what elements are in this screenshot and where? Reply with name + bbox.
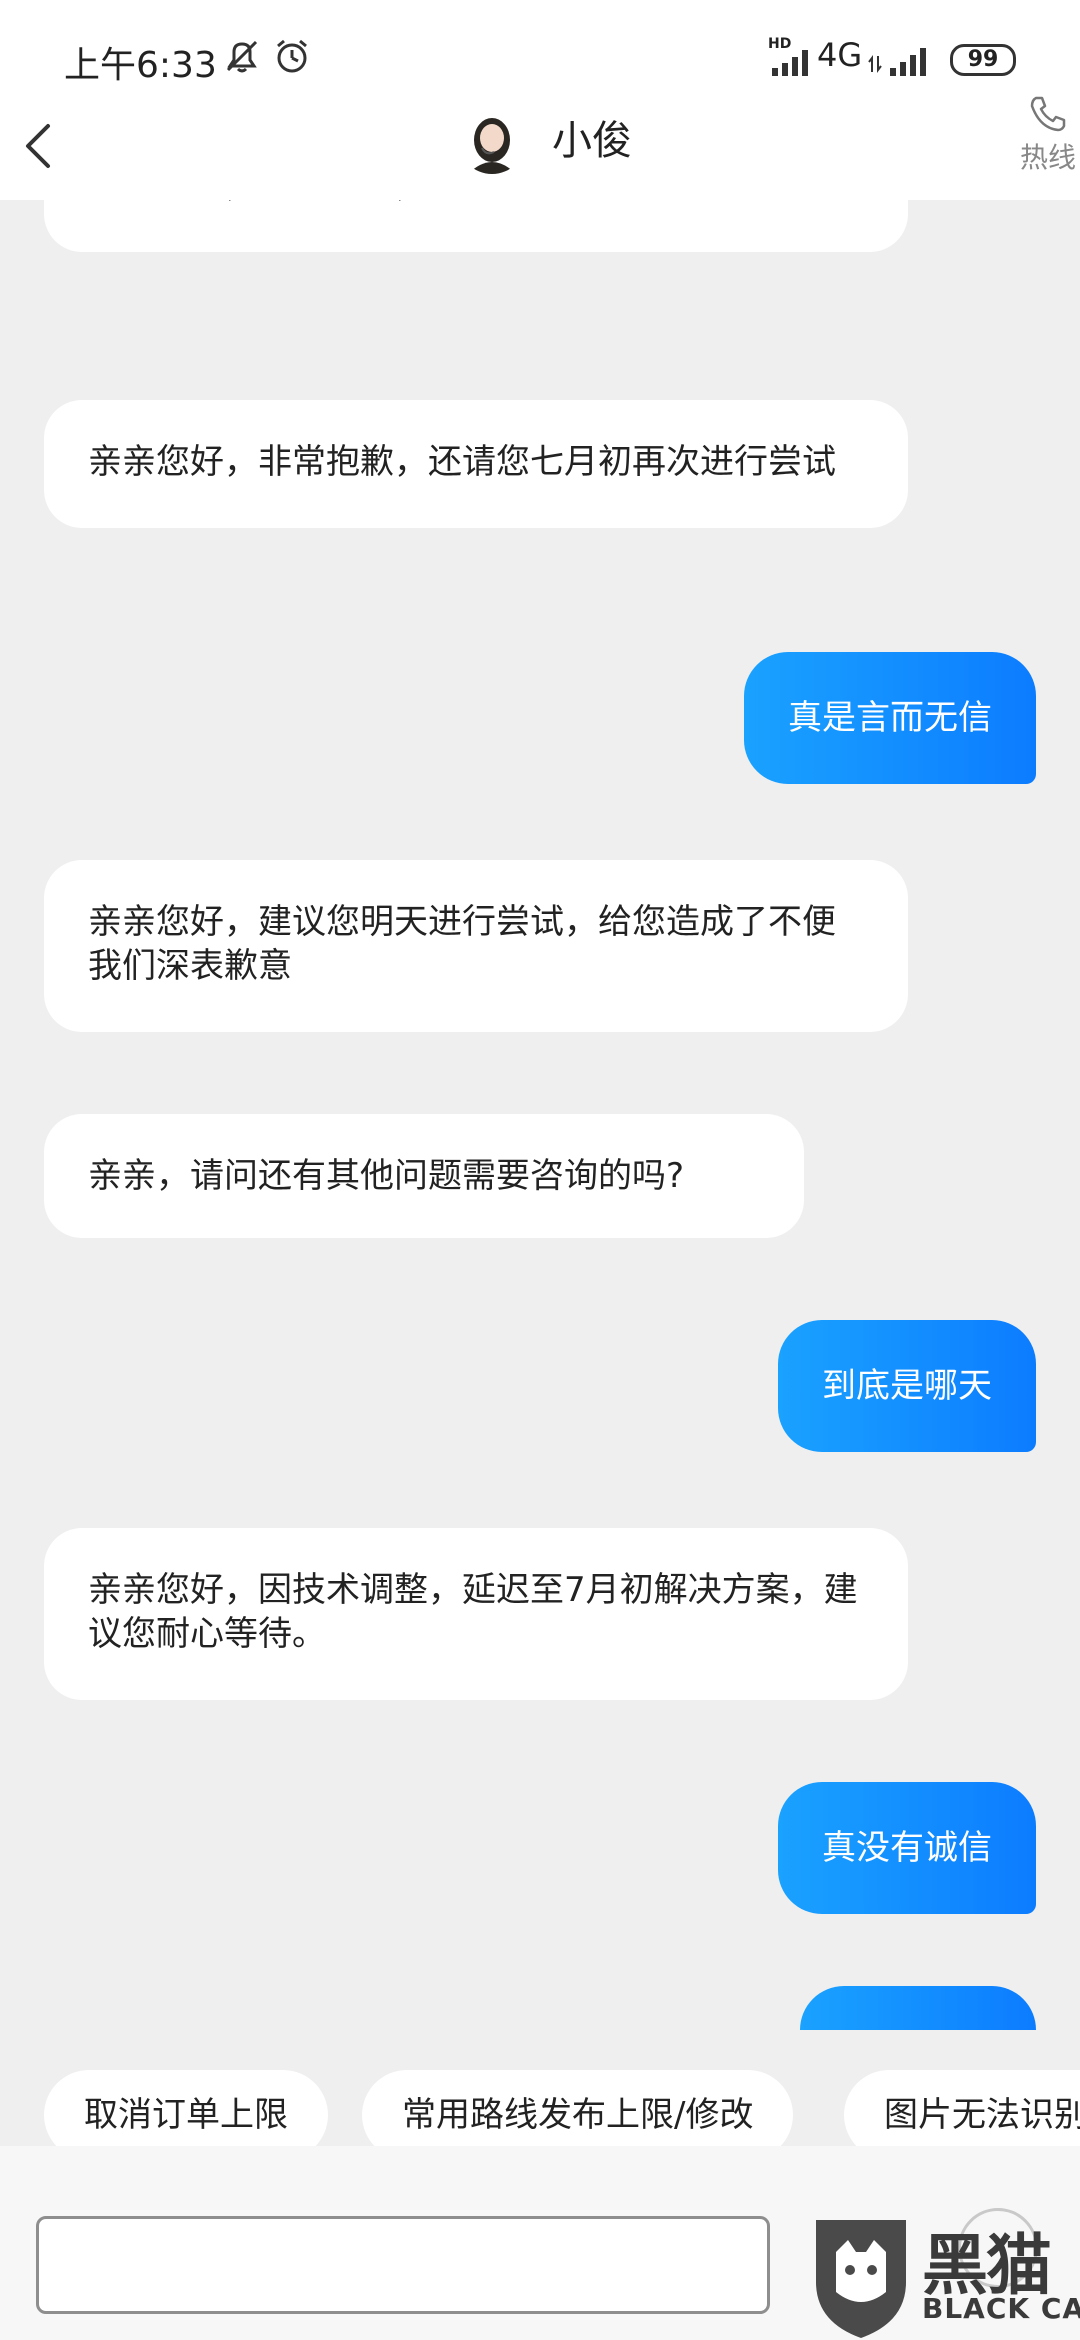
black-cat-logo-icon bbox=[816, 2220, 906, 2338]
signal-icon-2 bbox=[888, 44, 936, 80]
hotline-label[interactable]: 热线 bbox=[1020, 136, 1076, 176]
chat-header: 小俊 热线 bbox=[0, 96, 1080, 200]
chat-title: 小俊 bbox=[552, 118, 632, 164]
user-message: 到底是哪天 bbox=[778, 1320, 1036, 1452]
agent-message: 亲亲您好，建议您明天进行尝试，给您造成了不便我们深表歉意 bbox=[44, 860, 908, 1032]
quick-reply-bar: 取消订单上限 常用路线发布上限/修改 图片无法识别 bbox=[0, 2030, 1080, 2160]
agent-message: 亲亲您好，非常抱歉，还请您七月初再次进行尝试 bbox=[44, 400, 908, 528]
watermark-en: BLACK CAT bbox=[922, 2292, 1080, 2325]
phone-icon[interactable] bbox=[1026, 92, 1070, 136]
status-time: 上午6:33 bbox=[64, 45, 217, 86]
agent-message: 亲亲，请问还有其他问题需要咨询的吗? bbox=[44, 1114, 804, 1238]
message-input[interactable] bbox=[36, 2216, 770, 2314]
chat-message-list[interactable]: 亲亲您好，非常抱歉，还请您七月初再次进行尝试 亲亲您好，非常抱歉，还请您七月初再… bbox=[0, 200, 1080, 2030]
user-message: 真没有诚信 bbox=[778, 1782, 1036, 1914]
user-message: 真是言而无信 bbox=[744, 652, 1036, 784]
back-chevron-icon[interactable] bbox=[14, 112, 64, 182]
agent-avatar bbox=[458, 106, 526, 174]
black-cat-watermark: 黑猫 BLACK CAT bbox=[806, 2212, 1080, 2340]
signal-icon bbox=[770, 48, 814, 80]
user-message bbox=[800, 1986, 1036, 2030]
agent-message: 亲亲您好，非常抱歉，还请您七月初再次进行尝试 bbox=[44, 200, 908, 252]
data-arrows-icon bbox=[868, 54, 882, 78]
mute-bell-icon bbox=[222, 36, 262, 80]
battery-icon: 99 bbox=[950, 44, 1016, 76]
agent-message: 亲亲您好，因技术调整，延迟至7月初解决方案，建议您耐心等待。 bbox=[44, 1528, 908, 1700]
alarm-icon bbox=[272, 36, 312, 80]
network-label: 4G bbox=[817, 36, 863, 74]
